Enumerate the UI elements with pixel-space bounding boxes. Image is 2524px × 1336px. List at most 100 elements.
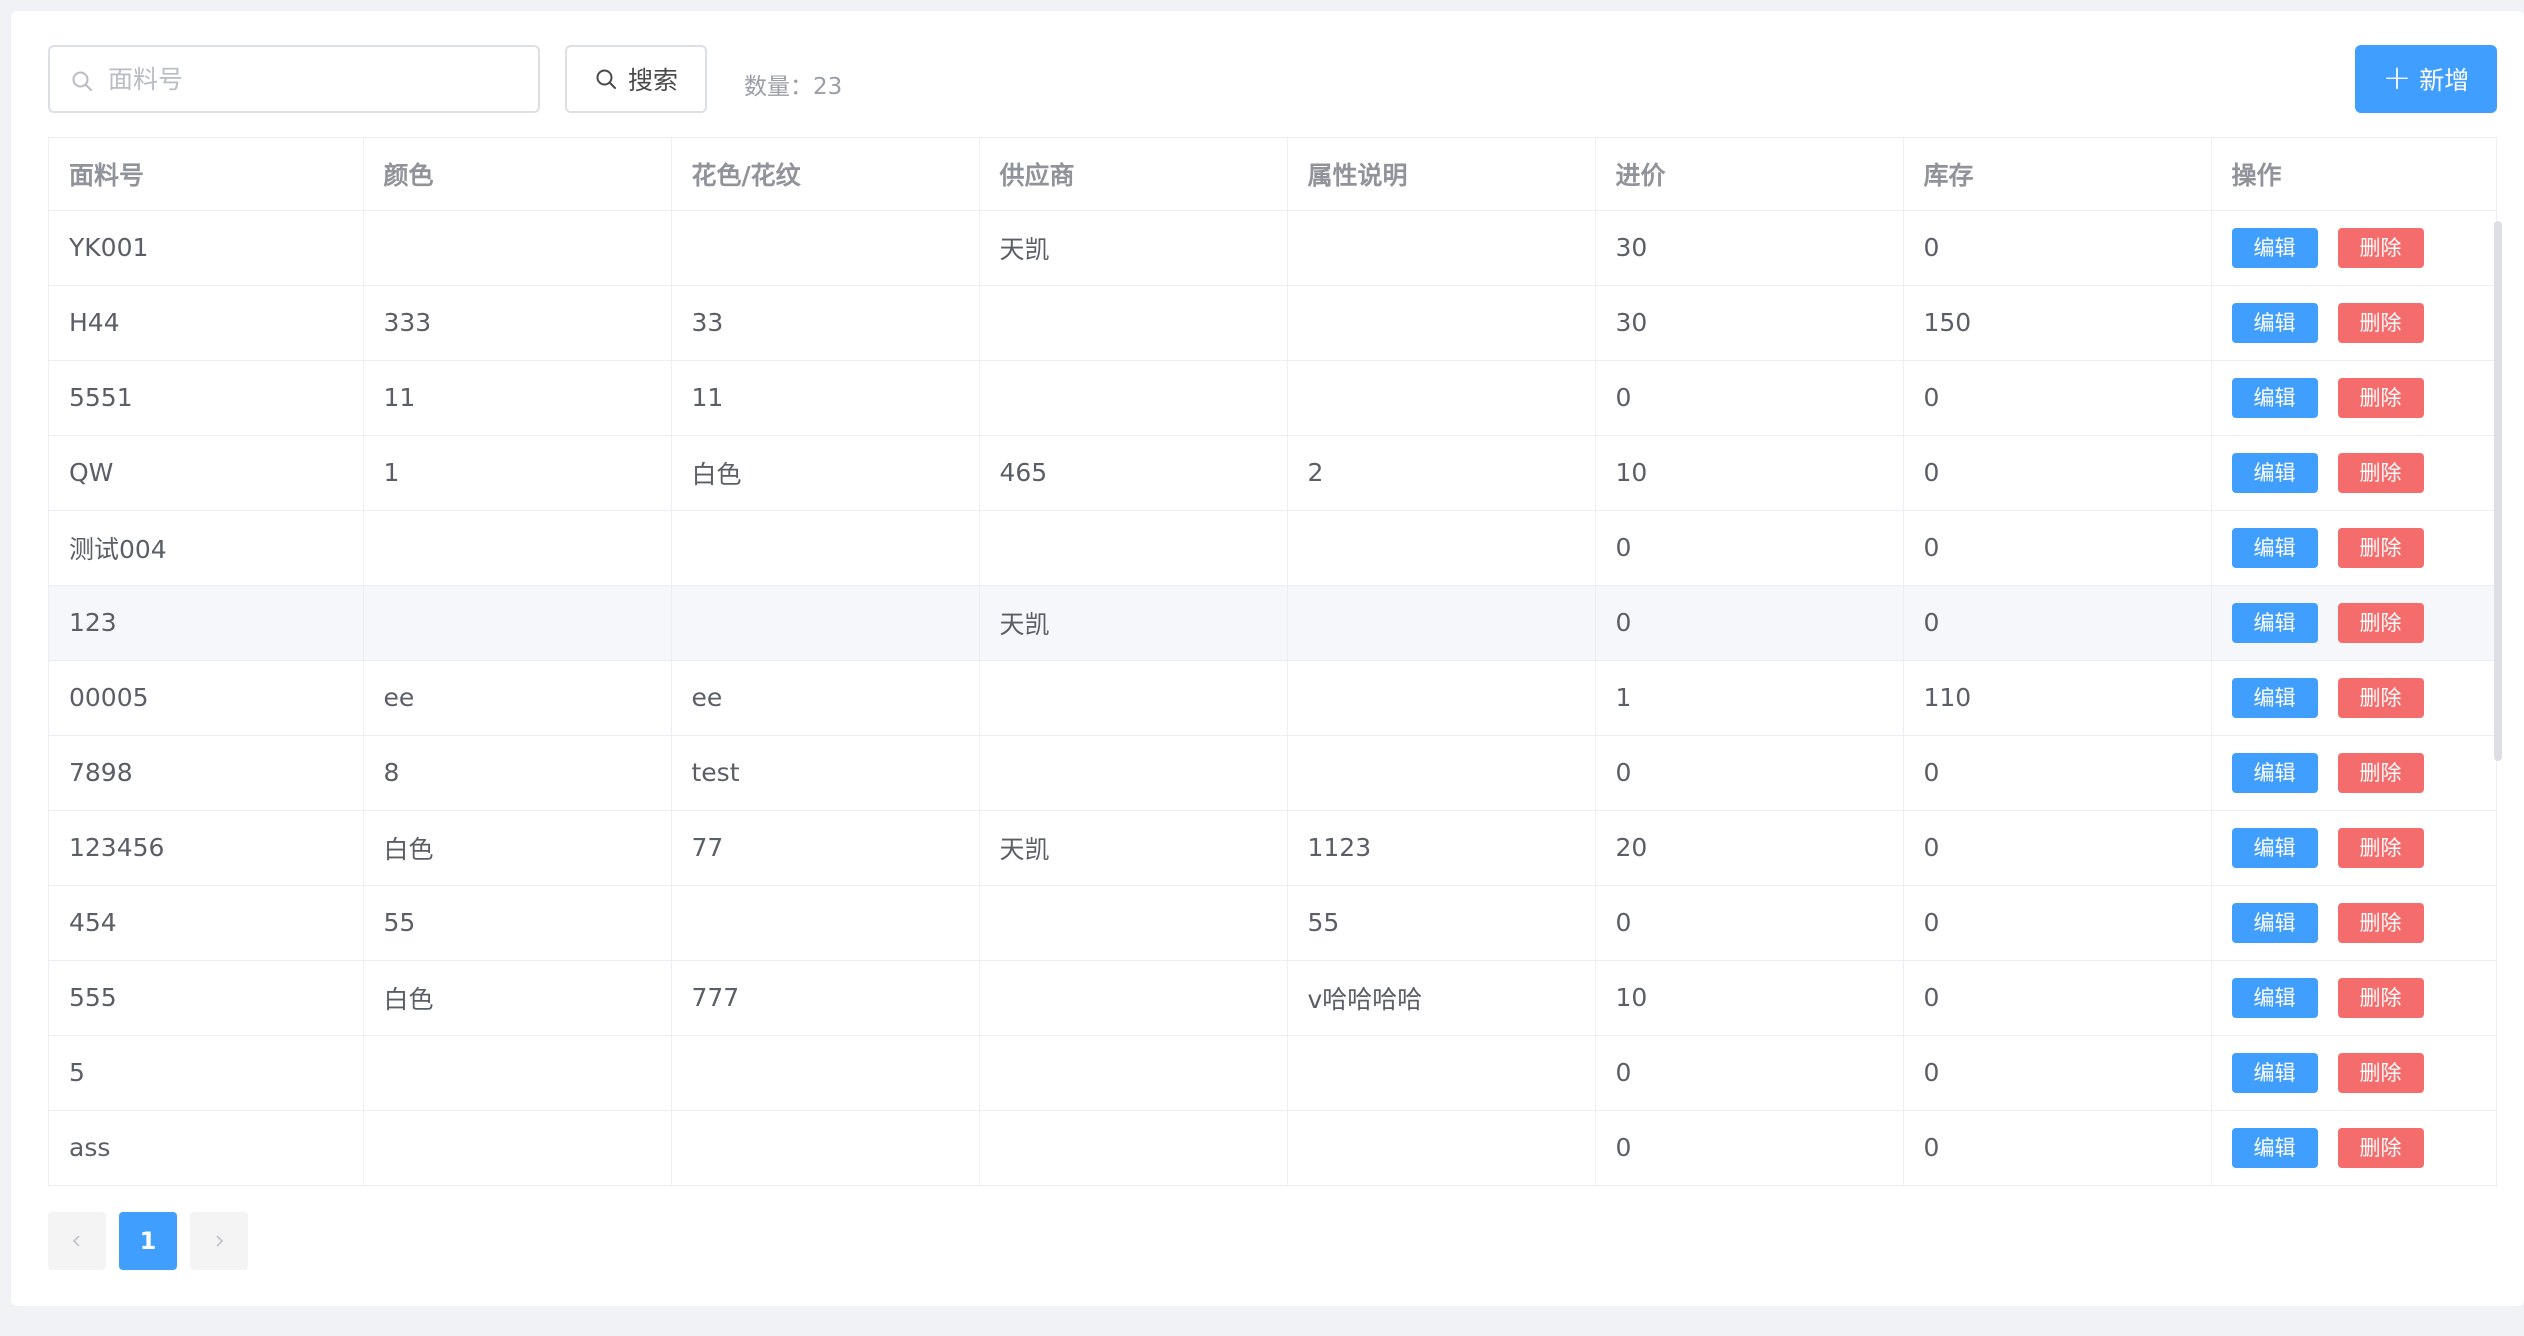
cell-supplier: 天凯 [979, 585, 1288, 661]
cell-actions: 编辑 删除 [2211, 435, 2496, 511]
cell-attributes [1287, 510, 1596, 586]
cell-price: 0 [1595, 360, 1904, 436]
col-header-price: 进价 [1595, 138, 1904, 211]
cell-color: 白色 [363, 960, 672, 1036]
edit-button[interactable]: 编辑 [2231, 902, 2318, 943]
record-count: 数量：23 [744, 74, 843, 100]
next-page-button[interactable] [190, 1212, 248, 1270]
edit-button[interactable]: 编辑 [2231, 677, 2318, 718]
cell-fabric-no: QW [49, 435, 364, 511]
edit-button[interactable]: 编辑 [2231, 227, 2318, 268]
cell-color: 白色 [363, 810, 672, 886]
edit-button[interactable]: 编辑 [2231, 827, 2318, 868]
cell-attributes [1287, 735, 1596, 811]
edit-button[interactable]: 编辑 [2231, 602, 2318, 643]
cell-stock: 0 [1903, 1035, 2212, 1111]
cell-color: ee [363, 660, 672, 736]
cell-price: 20 [1595, 810, 1904, 886]
col-header-fabric-no: 面料号 [49, 138, 364, 211]
cell-pattern: 777 [671, 960, 980, 1036]
plus-icon: + [2382, 57, 2412, 98]
cell-stock: 0 [1903, 360, 2212, 436]
cell-attributes: 55 [1287, 885, 1596, 961]
delete-button[interactable]: 删除 [2337, 677, 2424, 718]
cell-actions: 编辑 删除 [2211, 210, 2496, 286]
edit-button[interactable]: 编辑 [2231, 752, 2318, 793]
cell-price: 10 [1595, 960, 1904, 1036]
cell-color [363, 585, 672, 661]
cell-attributes [1287, 660, 1596, 736]
cell-supplier [979, 660, 1288, 736]
delete-button[interactable]: 删除 [2337, 752, 2424, 793]
cell-supplier [979, 885, 1288, 961]
delete-button[interactable]: 删除 [2337, 827, 2424, 868]
table-scrollbar[interactable] [2494, 221, 2502, 761]
edit-button[interactable]: 编辑 [2231, 302, 2318, 343]
col-header-color: 颜色 [363, 138, 672, 211]
cell-color: 55 [363, 885, 672, 961]
edit-button[interactable]: 编辑 [2231, 452, 2318, 493]
delete-button[interactable]: 删除 [2337, 527, 2424, 568]
cell-supplier [979, 960, 1288, 1036]
cell-supplier [979, 510, 1288, 586]
delete-button[interactable]: 删除 [2337, 602, 2424, 643]
search-input[interactable] [108, 49, 528, 109]
cell-fabric-no: 7898 [49, 735, 364, 811]
cell-pattern: 33 [671, 285, 980, 361]
cell-actions: 编辑 删除 [2211, 585, 2496, 661]
chevron-left-icon [72, 1235, 80, 1247]
cell-supplier [979, 735, 1288, 811]
edit-button[interactable]: 编辑 [2231, 1052, 2318, 1093]
cell-attributes [1287, 285, 1596, 361]
cell-attributes: 2 [1287, 435, 1596, 511]
cell-actions: 编辑 删除 [2211, 1110, 2496, 1186]
cell-attributes [1287, 1110, 1596, 1186]
delete-button[interactable]: 删除 [2337, 977, 2424, 1018]
cell-color: 8 [363, 735, 672, 811]
edit-button[interactable]: 编辑 [2231, 1127, 2318, 1168]
table-row: YK001 天凯 30 0 编辑 删除 [49, 210, 2496, 286]
table-header-row: 面料号 颜色 花色/花纹 供应商 属性说明 进价 库存 操作 [49, 138, 2496, 211]
add-button[interactable]: + 新增 [2355, 45, 2497, 113]
chevron-right-icon [216, 1235, 224, 1247]
col-header-attributes: 属性说明 [1287, 138, 1596, 211]
cell-pattern [671, 210, 980, 286]
table-row: H44 333 33 30 150 编辑 删除 [49, 285, 2496, 361]
delete-button[interactable]: 删除 [2337, 902, 2424, 943]
cell-color [363, 1110, 672, 1186]
search-field[interactable] [48, 45, 540, 113]
main-card: 搜索 数量：23 + 新增 面料号颜色花色/花纹供应商属性说明进价库存操作 YK… [11, 11, 2524, 1306]
cell-actions: 编辑 删除 [2211, 810, 2496, 886]
delete-button[interactable]: 删除 [2337, 452, 2424, 493]
cell-supplier: 465 [979, 435, 1288, 511]
search-icon [72, 71, 92, 91]
add-button-label: 新增 [2419, 66, 2470, 95]
cell-price: 0 [1595, 1110, 1904, 1186]
edit-button[interactable]: 编辑 [2231, 977, 2318, 1018]
cell-price: 30 [1595, 210, 1904, 286]
delete-button[interactable]: 删除 [2337, 1052, 2424, 1093]
cell-attributes [1287, 360, 1596, 436]
cell-actions: 编辑 删除 [2211, 1035, 2496, 1111]
page-number-button[interactable]: 1 [119, 1212, 177, 1270]
table-row: 454 55 55 0 0 编辑 删除 [49, 885, 2496, 961]
col-header-stock: 库存 [1903, 138, 2212, 211]
delete-button[interactable]: 删除 [2337, 377, 2424, 418]
cell-pattern: 77 [671, 810, 980, 886]
cell-price: 0 [1595, 885, 1904, 961]
cell-fabric-no: 5 [49, 1035, 364, 1111]
cell-stock: 0 [1903, 885, 2212, 961]
cell-supplier [979, 285, 1288, 361]
prev-page-button[interactable] [48, 1212, 106, 1270]
search-button[interactable]: 搜索 [565, 45, 707, 113]
delete-button[interactable]: 删除 [2337, 227, 2424, 268]
cell-fabric-no: 123 [49, 585, 364, 661]
cell-price: 30 [1595, 285, 1904, 361]
col-header-pattern: 花色/花纹 [671, 138, 980, 211]
delete-button[interactable]: 删除 [2337, 302, 2424, 343]
edit-button[interactable]: 编辑 [2231, 377, 2318, 418]
col-header-supplier: 供应商 [979, 138, 1288, 211]
delete-button[interactable]: 删除 [2337, 1127, 2424, 1168]
edit-button[interactable]: 编辑 [2231, 527, 2318, 568]
cell-color: 1 [363, 435, 672, 511]
